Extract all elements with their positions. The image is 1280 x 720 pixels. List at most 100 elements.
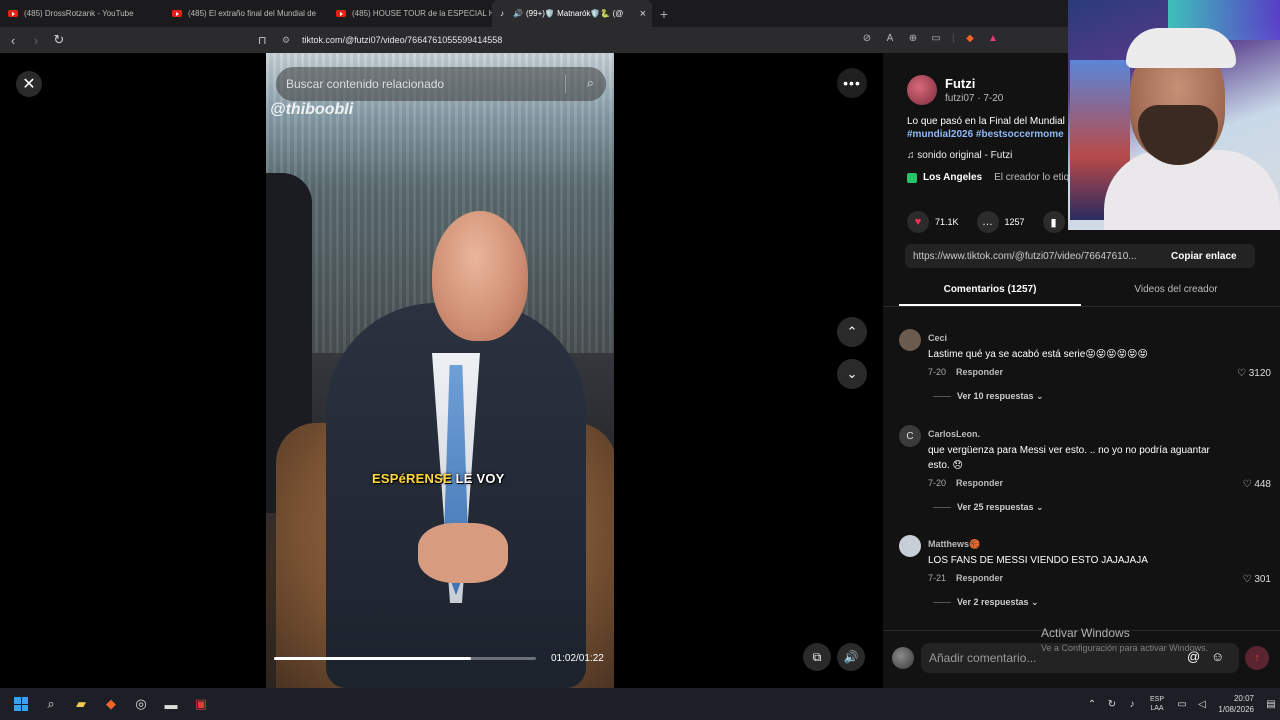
commenter-avatar[interactable]: C xyxy=(899,425,921,447)
brave-rewards-icon[interactable]: ▲ xyxy=(986,32,1000,46)
browser-tab[interactable]: (485) El extraño final del Mundial de xyxy=(164,0,328,27)
location-info[interactable]: Los Angeles El creador lo etiq xyxy=(907,172,1069,183)
network-icon[interactable]: ▭ xyxy=(1172,699,1192,710)
author-avatar[interactable] xyxy=(907,75,937,105)
picture-in-picture-button[interactable]: ⧉ xyxy=(803,643,831,671)
site-info-icon[interactable]: ⚙ xyxy=(282,35,294,46)
location-name[interactable]: Los Angeles xyxy=(923,172,982,183)
heart-outline-icon: ♡ xyxy=(1237,368,1249,379)
clock-date: 1/08/2026 xyxy=(1218,705,1254,714)
volume-button[interactable]: 🔊 xyxy=(837,643,865,671)
app-icon[interactable]: ▬ xyxy=(156,688,186,720)
comment-like-button[interactable]: ♡ 3120 xyxy=(1237,368,1271,379)
divider-icon: | xyxy=(952,33,955,44)
new-tab-button[interactable]: + xyxy=(652,0,676,27)
commenter-avatar[interactable] xyxy=(899,329,921,351)
speaker-icon[interactable]: 🔊 xyxy=(513,9,523,18)
previous-video-button[interactable]: ⌃ xyxy=(837,317,867,347)
chevron-up-icon[interactable]: ⌃ xyxy=(1082,699,1102,710)
commenter-name[interactable]: Ceci xyxy=(928,333,947,343)
video-player[interactable]: Buscar contenido relacionado ⌕ @thiboobl… xyxy=(266,53,614,688)
close-video-button[interactable]: ✕ xyxy=(16,71,42,97)
browser-tab[interactable]: (485) HOUSE TOUR de la ESPECIAL H xyxy=(328,0,492,27)
youtube-icon xyxy=(336,10,346,17)
emoji-icon[interactable]: ☺ xyxy=(1211,649,1224,664)
brave-browser-icon[interactable]: ◆ xyxy=(96,688,126,720)
input-language[interactable]: ESP LAA xyxy=(1142,695,1172,713)
comment-like-count: 301 xyxy=(1254,574,1271,585)
comment-text: Lastime qué ya se acabó está serie😝😝😝😝😝😝 xyxy=(928,349,1148,360)
clock-time: 20:07 xyxy=(1233,694,1254,703)
zoom-icon[interactable]: ⊕ xyxy=(906,32,920,46)
lang-top: ESP xyxy=(1149,696,1164,703)
windows-taskbar: ⌕ ▰ ◆ ◎ ▬ ▣ ⌃ ↻ ♪ ESP LAA ▭ ◁ 20:07 1/08/2… xyxy=(0,688,1280,720)
comment-date: 7-20 xyxy=(928,367,947,377)
obs-icon[interactable]: ◎ xyxy=(126,688,156,720)
search-icon[interactable]: ⌕ xyxy=(587,75,594,91)
cast-icon[interactable]: ▭ xyxy=(929,32,943,46)
sync-icon[interactable]: ↻ xyxy=(1102,699,1122,710)
comment-date: 7-21 xyxy=(928,573,947,583)
commenter-name[interactable]: Matthews🏀 xyxy=(928,539,980,550)
heart-outline-icon: ♡ xyxy=(1242,574,1255,585)
comment-icon[interactable]: … xyxy=(976,211,999,233)
notifications-icon[interactable]: ▤ xyxy=(1262,699,1280,710)
send-comment-button[interactable]: ↑ xyxy=(1245,646,1269,670)
music-note-icon: ♫ xyxy=(907,150,918,161)
share-link-url[interactable]: https://www.tiktok.com/@futzi07/video/76… xyxy=(905,251,1157,262)
view-replies-button[interactable]: Ver 25 respuestas ⌄ xyxy=(933,502,1044,513)
brave-shields-icon[interactable]: ◆ xyxy=(963,32,977,46)
browser-tab-active[interactable]: ♪ 🔊 (99+)🛡️ Matnarók🛡️🐍 (@ × xyxy=(492,0,652,27)
mute-site-icon[interactable]: ⊘ xyxy=(860,32,874,46)
bookmark-icon[interactable]: ▮ xyxy=(1042,211,1065,233)
search-icon[interactable]: ⌕ xyxy=(36,688,66,720)
reply-button[interactable]: Responder xyxy=(956,478,1003,488)
video-progress-bar[interactable] xyxy=(274,657,536,660)
windows-activation-subtitle: Ve a Configuración para activar Windows. xyxy=(1041,643,1209,653)
microphone-icon[interactable]: ♪ xyxy=(1122,699,1142,710)
app-icon[interactable]: ▣ xyxy=(186,688,216,720)
comment-meta: 7-20 Responder xyxy=(928,367,1003,377)
music-info[interactable]: ♫ sonido original - Futzi xyxy=(907,150,1012,161)
view-replies-button[interactable]: Ver 2 respuestas ⌄ xyxy=(933,597,1039,608)
comment-like-count: 3120 xyxy=(1248,368,1271,379)
clock[interactable]: 20:07 1/08/2026 xyxy=(1212,693,1262,715)
comment-like-button[interactable]: ♡ 301 xyxy=(1243,574,1271,585)
like-button[interactable]: ♥ 71.1K xyxy=(907,211,959,233)
comment-date: 7-20 xyxy=(928,478,947,488)
commenter-name[interactable]: CarlosLeon. xyxy=(928,429,980,439)
music-title[interactable]: sonido original - Futzi xyxy=(917,150,1012,161)
more-options-button[interactable]: ••• xyxy=(837,68,867,98)
reload-icon[interactable]: ↻ xyxy=(49,30,69,50)
start-button[interactable] xyxy=(6,688,36,720)
view-replies-button[interactable]: Ver 10 respuestas ⌄ xyxy=(933,391,1044,402)
related-search-input[interactable]: Buscar contenido relacionado ⌕ xyxy=(276,67,606,101)
back-icon[interactable]: ‹ xyxy=(3,30,23,50)
reply-button[interactable]: Responder xyxy=(956,367,1003,377)
avatar xyxy=(892,647,914,669)
author-name[interactable]: Futzi xyxy=(945,76,1003,91)
comment-like-button[interactable]: ♡ 448 xyxy=(1243,479,1271,490)
comment-text: que vergüenza para Messi ver esto. .. no… xyxy=(928,445,1210,471)
volume-icon[interactable]: ◁ xyxy=(1192,699,1212,710)
tab-creator-videos[interactable]: Videos del creador xyxy=(1081,277,1271,306)
divider xyxy=(565,75,566,93)
folder-icon[interactable]: ▰ xyxy=(66,688,96,720)
forward-icon[interactable]: › xyxy=(26,30,46,50)
tab-comments[interactable]: Comentarios (1257) xyxy=(899,277,1081,306)
video-figure-hand xyxy=(418,523,508,583)
commenter-avatar[interactable] xyxy=(899,535,921,557)
related-search-placeholder: Buscar contenido relacionado xyxy=(286,77,445,91)
author-info[interactable]: Futzi futzi07 · 7-20 xyxy=(907,75,1003,105)
browser-tab[interactable]: (485) DrossRotzank - YouTube xyxy=(0,0,164,27)
post-hashtags[interactable]: #mundial2026 #bestsoccermome xyxy=(907,128,1077,141)
comment-button[interactable]: … 1257 xyxy=(976,211,1025,233)
next-video-button[interactable]: ⌄ xyxy=(837,359,867,389)
bookmark-icon[interactable]: ⊓ xyxy=(258,34,272,47)
close-tab-icon[interactable]: × xyxy=(640,8,646,20)
copy-link-button[interactable]: Copiar enlace xyxy=(1171,251,1237,262)
heart-icon[interactable]: ♥ xyxy=(907,211,929,233)
url-text[interactable]: tiktok.com/@futzi07/video/76647610555994… xyxy=(302,35,502,45)
reply-button[interactable]: Responder xyxy=(956,573,1003,583)
translate-icon[interactable]: A xyxy=(883,32,897,46)
